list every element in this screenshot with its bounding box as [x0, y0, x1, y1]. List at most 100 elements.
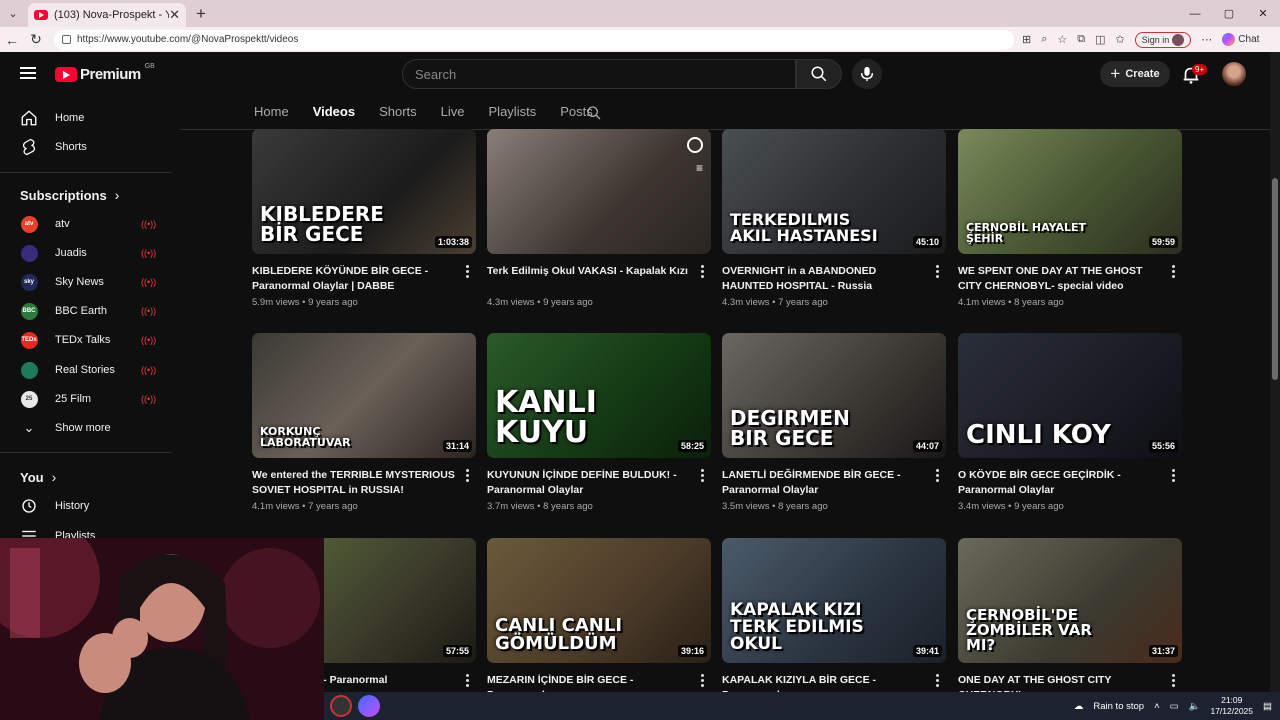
- obs-app-icon[interactable]: [330, 695, 352, 717]
- more-actions-icon[interactable]: [1172, 469, 1176, 483]
- thumbnail-overlay-text: CANLI CANLI GÖMÜLDÜM: [495, 615, 623, 654]
- sign-in-button[interactable]: Sign in: [1134, 31, 1192, 48]
- new-tab-plus-icon[interactable]: +: [196, 4, 206, 24]
- more-actions-icon[interactable]: [466, 674, 470, 688]
- video-title[interactable]: O KÖYDE BİR GECE GEÇİRDİK - Paranormal O…: [958, 468, 1163, 498]
- search-input[interactable]: [415, 66, 783, 82]
- close-tab-icon[interactable]: ✕: [169, 7, 180, 23]
- scrollbar-thumb[interactable]: [1272, 178, 1278, 380]
- tab-videos[interactable]: Videos: [312, 104, 356, 139]
- create-button[interactable]: + Create: [1100, 61, 1170, 87]
- tab-live[interactable]: Live: [441, 104, 465, 130]
- site-info-icon[interactable]: [62, 35, 71, 44]
- video-title[interactable]: WE SPENT ONE DAY AT THE GHOST CITY CHERN…: [958, 264, 1163, 294]
- video-title[interactable]: ONE DAY AT THE GHOST CITY CHERNOBYL: [958, 673, 1163, 692]
- tab-home[interactable]: Home: [254, 104, 289, 130]
- add-to-queue-icon[interactable]: ≡: [696, 161, 703, 175]
- favorites-list-icon[interactable]: ✩: [1116, 33, 1125, 46]
- url-field[interactable]: https://www.youtube.com/@NovaProspektt/v…: [54, 29, 1014, 50]
- browser-tab-youtube[interactable]: (103) Nova-Prospekt - YouTube ✕: [28, 3, 186, 27]
- sidebar-item-25-film[interactable]: 25 25 Film ((•)): [0, 385, 165, 413]
- more-actions-icon[interactable]: [466, 469, 470, 483]
- subscriptions-header[interactable]: Subscriptions ›: [20, 187, 119, 203]
- video-title[interactable]: We entered the TERRIBLE MYSTERIOUS SOVIE…: [252, 468, 457, 498]
- sidebar-item-history[interactable]: History: [0, 492, 165, 520]
- video-thumbnail[interactable]: ≡: [487, 129, 711, 254]
- video-title[interactable]: LANETLİ DEĞİRMENDE BİR GECE - Paranormal…: [722, 468, 927, 498]
- extensions-puzzle-icon[interactable]: ⧉: [1077, 33, 1085, 46]
- more-actions-icon[interactable]: [701, 265, 705, 279]
- search-button[interactable]: [796, 59, 842, 89]
- video-title[interactable]: KAPALAK KIZIYLA BİR GECE - Paranormal: [722, 673, 927, 692]
- live-indicator-icon: ((•)): [141, 306, 157, 316]
- tab-playlists[interactable]: Playlists: [489, 104, 537, 130]
- sidebar-item-bbc-earth[interactable]: BBC BBC Earth ((•)): [0, 297, 165, 325]
- video-thumbnail[interactable]: KAPALAK KIZI TERK EDILMIS OKUL 39:41: [722, 538, 946, 663]
- hamburger-menu-icon[interactable]: [20, 67, 36, 79]
- tab-shorts[interactable]: Shorts: [379, 104, 417, 130]
- volume-icon[interactable]: 🔈: [1189, 701, 1201, 712]
- video-thumbnail[interactable]: CANLI CANLI GÖMÜLDÜM 39:16: [487, 538, 711, 663]
- video-title[interactable]: OVERNIGHT in a ABANDONED HAUNTED HOSPITA…: [722, 264, 927, 294]
- browser-toolbar-icons: ⊞ ⌕ ☆ ⧉ ◫ ✩ Sign in ⋯ Chat: [1022, 31, 1259, 48]
- split-screen-icon[interactable]: ◫: [1095, 33, 1105, 46]
- sidebar-item-shorts[interactable]: Shorts: [0, 133, 165, 161]
- watch-later-icon[interactable]: [687, 137, 703, 153]
- clock[interactable]: 21:09 17/12/2025: [1210, 695, 1253, 717]
- more-actions-icon[interactable]: [701, 674, 705, 688]
- minimize-icon[interactable]: —: [1178, 8, 1212, 20]
- video-thumbnail[interactable]: DEGIRMEN BIR GECE 44:07: [722, 333, 946, 458]
- edge-app-icon[interactable]: [358, 695, 380, 717]
- you-header[interactable]: You ›: [20, 469, 56, 485]
- voice-search-button[interactable]: [852, 59, 882, 89]
- page-scrollbar[interactable]: [1270, 52, 1280, 692]
- app-available-icon[interactable]: ⊞: [1022, 33, 1031, 46]
- network-icon[interactable]: ▭: [1170, 701, 1179, 712]
- notifications-center-icon[interactable]: ▤: [1263, 701, 1272, 712]
- close-window-icon[interactable]: ✕: [1246, 7, 1280, 20]
- sidebar-item-atv[interactable]: atv atv ((•)): [0, 210, 165, 238]
- tray-chevron-icon[interactable]: ˄: [1154, 701, 1160, 712]
- more-actions-icon[interactable]: [1172, 674, 1176, 688]
- more-actions-icon[interactable]: [466, 265, 470, 279]
- copilot-chat-button[interactable]: Chat: [1222, 33, 1259, 46]
- sidebar-item-sky-news[interactable]: sky Sky News ((•)): [0, 268, 165, 296]
- account-avatar[interactable]: [1222, 62, 1246, 86]
- maximize-icon[interactable]: ▢: [1212, 7, 1246, 20]
- reload-icon[interactable]: ↻: [24, 31, 48, 48]
- video-thumbnail[interactable]: ÇERNOBİL'DE ZOMBİLER VAR MI? 31:37: [958, 538, 1182, 663]
- sidebar-item-juadis[interactable]: Juadis ((•)): [0, 239, 165, 267]
- search-box[interactable]: [402, 59, 796, 89]
- more-actions-icon[interactable]: [1172, 265, 1176, 279]
- more-actions-icon[interactable]: [936, 469, 940, 483]
- sidebar-item-home[interactable]: Home: [0, 104, 165, 132]
- video-metadata: 4.3m views • 7 years ago: [722, 297, 828, 308]
- video-title[interactable]: KUYUNUN İÇİNDE DEFİNE BULDUK! - Paranorm…: [487, 468, 692, 498]
- video-thumbnail[interactable]: KIBLEDERE BİR GECE 1:03:38: [252, 129, 476, 254]
- zoom-icon[interactable]: ⌕: [1041, 33, 1047, 46]
- weather-text[interactable]: Rain to stop: [1093, 701, 1144, 712]
- more-actions-icon[interactable]: [701, 469, 705, 483]
- more-actions-icon[interactable]: [936, 265, 940, 279]
- sidebar-show-more[interactable]: ⌄ Show more: [0, 414, 165, 442]
- video-title[interactable]: MEZARIN İÇİNDE BİR GECE - Paranormal: [487, 673, 692, 692]
- video-thumbnail[interactable]: KANLI KUYU 58:25: [487, 333, 711, 458]
- sidebar-item-tedx-talks[interactable]: TEDx TEDx Talks ((•)): [0, 326, 165, 354]
- channel-search-icon[interactable]: [586, 105, 602, 121]
- channel-avatar-juadis: [20, 244, 38, 262]
- video-title[interactable]: Terk Edilmiş Okul VAKASI - Kapalak Kızı: [487, 264, 692, 279]
- video-thumbnail[interactable]: TERKEDILMIS AKIL HASTANESI 45:10: [722, 129, 946, 254]
- home-icon: [21, 110, 37, 126]
- video-thumbnail[interactable]: ÇERNOBİL HAYALET ŞEHİR 59:59: [958, 129, 1182, 254]
- back-arrow-icon[interactable]: ←: [0, 32, 24, 48]
- sidebar-item-real-stories[interactable]: Real Stories ((•)): [0, 356, 165, 384]
- video-thumbnail[interactable]: CINLI KOY 55:56: [958, 333, 1182, 458]
- more-actions-icon[interactable]: [936, 674, 940, 688]
- tab-actions-chevron-icon[interactable]: ⌄: [0, 0, 26, 27]
- more-menu-icon[interactable]: ⋯: [1201, 33, 1212, 46]
- video-thumbnail[interactable]: KORKUNÇ LABORATUVAR 31:14: [252, 333, 476, 458]
- youtube-premium-logo[interactable]: Premium GB: [55, 63, 155, 83]
- favorite-star-icon[interactable]: ☆: [1057, 33, 1067, 46]
- thumbnail-overlay-text: ÇERNOBİL HAYALET ŞEHİR: [966, 221, 1087, 245]
- video-title[interactable]: KIBLEDERE KÖYÜNDE BİR GECE - Paranormal …: [252, 264, 457, 294]
